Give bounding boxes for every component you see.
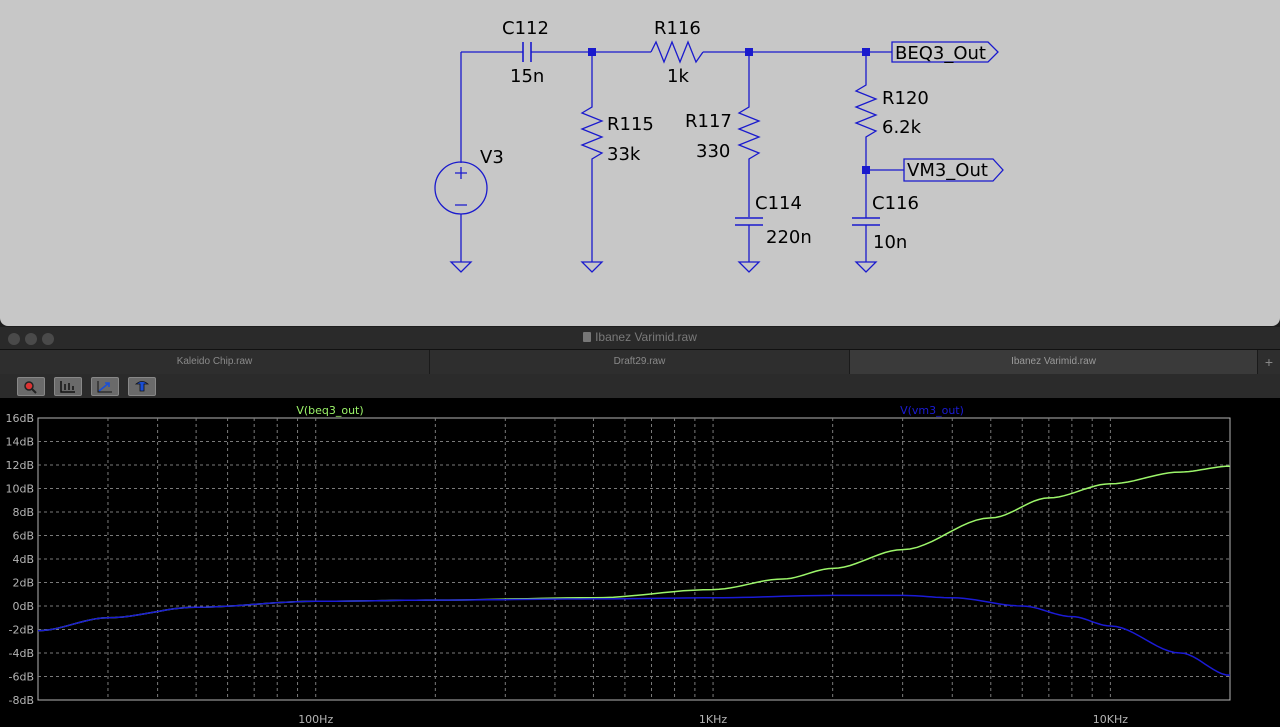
legend-label-0[interactable]: V(beq3_out) (296, 404, 363, 417)
add-tab-button[interactable]: + (1258, 350, 1280, 374)
bode-plot-chart[interactable]: 16dB 14dB 12dB 10dB 8dB 6dB 4dB 2dB 0dB -2dB -4dB -… (0, 398, 1280, 727)
y-tick-label: 4dB (12, 553, 34, 566)
y-tick-label: 14dB (5, 436, 34, 449)
y-tick-label: -2dB (9, 624, 35, 637)
y-tick-label: 2dB (12, 577, 34, 590)
junction-dot (745, 48, 753, 56)
c112-name[interactable]: C112 (502, 18, 549, 39)
ground-symbol[interactable] (449, 261, 473, 273)
x-tick-label: 100Hz (298, 713, 333, 726)
unzoom-button[interactable] (91, 377, 119, 396)
r116-name[interactable]: R116 (654, 18, 701, 39)
junction-dot (862, 166, 870, 174)
legend-label-1[interactable]: V(vm3_out) (900, 404, 964, 417)
y-tick-label: 16dB (5, 412, 34, 425)
tab-draft29[interactable]: Draft29.raw (430, 350, 850, 374)
c112-value[interactable]: 15n (510, 66, 544, 87)
r115-symbol[interactable] (580, 52, 604, 262)
zoom-icon (24, 381, 37, 394)
y-tick-label: -6dB (9, 671, 35, 684)
y-tick-label: 8dB (12, 506, 34, 519)
c112-symbol[interactable] (522, 42, 532, 62)
junction-dot (588, 48, 596, 56)
r116-symbol[interactable] (650, 40, 704, 64)
x-tick-label: 10KHz (1093, 713, 1128, 726)
r117-name[interactable]: R117 (685, 111, 732, 132)
tab-kaleido-chip[interactable]: Kaleido Chip.raw (0, 350, 430, 374)
pan-button[interactable] (128, 377, 156, 396)
pan-icon (134, 381, 150, 392)
ground-symbol[interactable] (854, 261, 878, 273)
y-tick-label: 10dB (5, 483, 34, 496)
autorange-button[interactable] (54, 377, 82, 396)
r117-value[interactable]: 330 (696, 141, 730, 162)
waveform-plot[interactable]: 16dB 14dB 12dB 10dB 8dB 6dB 4dB 2dB 0dB -2dB -4dB -… (0, 398, 1280, 727)
y-tick-label: 0dB (12, 600, 34, 613)
r120-value[interactable]: 6.2k (882, 117, 922, 138)
y-tick-label: 6dB (12, 530, 34, 543)
c116-value[interactable]: 10n (873, 232, 907, 253)
r115-name[interactable]: R115 (607, 114, 654, 135)
window-title: Ibanez Varimid.raw (0, 330, 1280, 344)
x-tick-label: 1KHz (699, 713, 727, 726)
r120-name[interactable]: R120 (882, 88, 929, 109)
c116-symbol[interactable] (852, 217, 880, 226)
c116-name[interactable]: C116 (872, 193, 919, 214)
unzoom-icon (97, 381, 112, 393)
ground-symbol[interactable] (580, 261, 604, 273)
schematic-editor[interactable]: C112 15n R116 1k V3 R115 33k R117 330 C1… (0, 0, 1280, 326)
tab-ibanez-varimid[interactable]: Ibanez Varimid.raw (850, 350, 1258, 374)
c114-name[interactable]: C114 (755, 193, 802, 214)
r116-value[interactable]: 1k (667, 66, 689, 87)
r115-value[interactable]: 33k (607, 144, 641, 165)
net-label-vm3[interactable]: VM3_Out (907, 160, 988, 181)
net-label-beq3[interactable]: BEQ3_Out (895, 43, 986, 64)
v3-name[interactable]: V3 (480, 147, 504, 168)
plot-toolbar (0, 374, 1280, 398)
schematic-canvas[interactable]: C112 15n R116 1k V3 R115 33k R117 330 C1… (0, 0, 1280, 326)
window-titlebar[interactable]: Ibanez Varimid.raw (0, 327, 1280, 349)
ground-symbol[interactable] (737, 261, 761, 273)
y-tick-label: -8dB (9, 694, 35, 707)
y-tick-label: -4dB (9, 647, 35, 660)
v3-polarity (455, 167, 467, 206)
autorange-icon (60, 381, 75, 393)
tab-bar: Kaleido Chip.raw Draft29.raw Ibanez Vari… (0, 349, 1280, 374)
c114-value[interactable]: 220n (766, 227, 812, 248)
series-line-1[interactable] (37, 594, 1231, 677)
zoom-button[interactable] (17, 377, 45, 396)
y-tick-label: 12dB (5, 459, 34, 472)
document-icon (583, 332, 592, 342)
junction-dot (862, 48, 870, 56)
